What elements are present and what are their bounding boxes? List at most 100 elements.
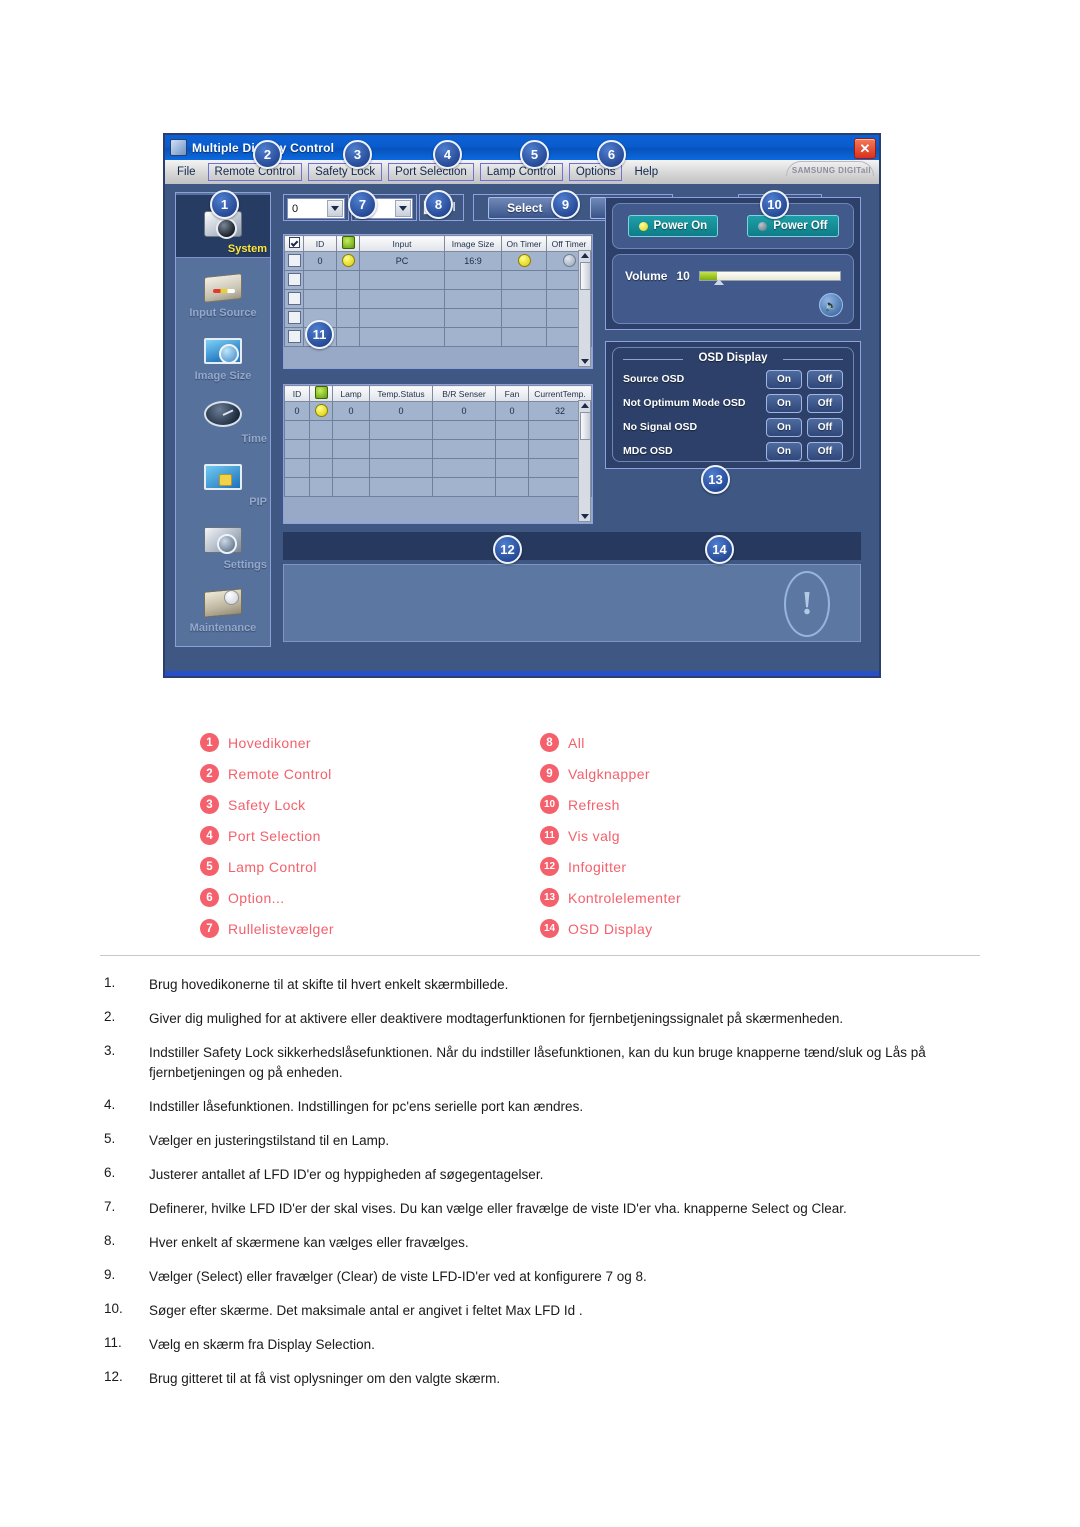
- legend-badge-12: 12: [540, 857, 559, 876]
- cell-empty: [495, 420, 529, 440]
- cell-row-checkbox[interactable]: [284, 270, 304, 290]
- mdc-osd-on-button[interactable]: On: [766, 441, 802, 461]
- note-number: 4.: [104, 1097, 116, 1112]
- grid-scrollbar[interactable]: [578, 250, 591, 367]
- note-item: 10. Søger efter skærme. Det maksimale ant…: [104, 1301, 984, 1321]
- sidebar-item-pip[interactable]: PIP: [176, 447, 270, 510]
- table-row[interactable]: 0 0 0 0 0 32: [284, 401, 592, 421]
- no-signal-osd-on-button[interactable]: On: [766, 417, 802, 437]
- menu-item-safety-lock[interactable]: Safety Lock: [308, 163, 383, 181]
- legend-item-2: 2 Remote Control: [200, 758, 530, 789]
- info-grid-scrollbar[interactable]: [578, 400, 591, 522]
- close-icon[interactable]: ✕: [854, 138, 876, 159]
- power-header-icon: [341, 236, 355, 249]
- power-card: Power On Power Off: [612, 203, 854, 249]
- cell-empty: [309, 420, 333, 440]
- note-text: Søger efter skærme. Det maksimale antal …: [149, 1303, 583, 1318]
- lfd-id-combo-1[interactable]: 0: [287, 198, 345, 219]
- menu-item-help[interactable]: Help: [628, 164, 664, 180]
- note-number: 11.: [104, 1335, 122, 1350]
- not-optimum-osd-on-button[interactable]: On: [766, 393, 802, 413]
- callout-2: 2: [253, 140, 282, 169]
- legend-item-10: 10 Refresh: [540, 789, 870, 820]
- display-selection-grid[interactable]: ID Input Image Size On Timer Off Timer 0…: [283, 234, 593, 369]
- osd-label-source: Source OSD: [623, 373, 685, 385]
- scroll-up-icon[interactable]: [580, 253, 589, 258]
- cell-empty: [332, 420, 370, 440]
- col-header-power: [309, 385, 333, 402]
- maintenance-icon: [200, 586, 246, 622]
- volume-knob[interactable]: [713, 279, 724, 285]
- col-header-id: ID: [284, 385, 310, 402]
- power-on-button[interactable]: Power On: [627, 215, 719, 237]
- cell-empty: [501, 308, 547, 328]
- table-row[interactable]: [284, 477, 592, 497]
- table-row[interactable]: 0 PC 16:9: [284, 251, 592, 271]
- col-header-input: Input: [359, 235, 445, 252]
- note-item: 2. Giver dig mulighed for at aktivere ell…: [104, 1009, 984, 1029]
- scroll-up-icon-2[interactable]: [580, 403, 589, 408]
- legend-badge-2: 2: [200, 764, 219, 783]
- callout-1: 1: [210, 190, 239, 219]
- scroll-down-icon[interactable]: [580, 359, 589, 364]
- info-grid[interactable]: ID Lamp Temp.Status B/R Senser Fan Curre…: [283, 384, 593, 524]
- source-osd-on-button[interactable]: On: [766, 369, 802, 389]
- sidebar-label-maintenance: Maintenance: [189, 622, 257, 634]
- cell-power: [336, 251, 360, 271]
- menu-item-remote-control[interactable]: Remote Control: [207, 163, 303, 181]
- no-signal-osd-off-button[interactable]: Off: [807, 417, 843, 437]
- power-on-dot-icon-2: [314, 403, 328, 417]
- sidebar-item-settings[interactable]: Settings: [176, 510, 270, 573]
- menu-item-file[interactable]: File: [171, 164, 202, 180]
- sidebar-item-maintenance[interactable]: Maintenance: [176, 573, 270, 636]
- sidebar-item-input-source[interactable]: Input Source: [176, 258, 270, 321]
- mdc-osd-off-button[interactable]: Off: [807, 441, 843, 461]
- cell-row-checkbox[interactable]: [284, 308, 304, 328]
- speaker-icon[interactable]: 🔈: [819, 293, 843, 317]
- cell-empty: [336, 289, 360, 309]
- numbered-notes-list: 1. Brug hovedikonerne til at skifte til h…: [104, 975, 984, 1403]
- table-row[interactable]: [284, 439, 592, 459]
- source-osd-off-button[interactable]: Off: [807, 369, 843, 389]
- menu-item-lamp-control[interactable]: Lamp Control: [479, 163, 563, 181]
- image-size-icon: [200, 334, 246, 370]
- note-number: 2.: [104, 1009, 116, 1024]
- sidebar-label-time: Time: [241, 433, 267, 445]
- callout-9: 9: [551, 190, 580, 219]
- cell-empty: [432, 420, 496, 440]
- scrollbar-thumb[interactable]: [580, 262, 591, 290]
- chevron-down-icon[interactable]: [327, 200, 343, 217]
- combo-1-value: 0: [292, 202, 299, 215]
- table-row[interactable]: [284, 458, 592, 478]
- scroll-down-icon-2[interactable]: [580, 514, 589, 519]
- power-off-button[interactable]: Power Off: [747, 215, 839, 237]
- sidebar-item-time[interactable]: Time: [176, 384, 270, 447]
- table-header-row: ID Lamp Temp.Status B/R Senser Fan Curre…: [284, 385, 592, 402]
- col-header-checkbox[interactable]: [284, 235, 304, 252]
- osd-display-panel: OSD Display Source OSD On Off Not Optimu…: [605, 341, 861, 469]
- cell-row-checkbox[interactable]: [284, 327, 304, 347]
- cell-empty: [501, 270, 547, 290]
- not-optimum-osd-off-button[interactable]: Off: [807, 393, 843, 413]
- col-header-id: ID: [303, 235, 337, 252]
- volume-slider[interactable]: [698, 271, 841, 285]
- scrollbar-thumb-2[interactable]: [580, 412, 591, 440]
- table-row[interactable]: [284, 289, 592, 309]
- cell-empty: [432, 458, 496, 478]
- menu-item-port-selection[interactable]: Port Selection: [388, 163, 474, 181]
- osd-label-mdc: MDC OSD: [623, 445, 673, 457]
- col-header-image-size: Image Size: [444, 235, 502, 252]
- note-number: 7.: [104, 1199, 116, 1214]
- cell-row-checkbox[interactable]: [284, 289, 304, 309]
- table-row[interactable]: [284, 270, 592, 290]
- input-source-icon: [200, 271, 246, 307]
- table-row[interactable]: [284, 420, 592, 440]
- cell-empty: [495, 439, 529, 459]
- note-text: Brug gitteret til at få vist oplysninger…: [149, 1371, 501, 1386]
- note-number: 9.: [104, 1267, 116, 1282]
- sidebar-item-image-size[interactable]: Image Size: [176, 321, 270, 384]
- logo-arc: [786, 161, 874, 176]
- chevron-down-icon-2[interactable]: [395, 200, 411, 217]
- cell-row-checkbox[interactable]: [284, 251, 304, 271]
- cell-fan: 0: [495, 401, 529, 421]
